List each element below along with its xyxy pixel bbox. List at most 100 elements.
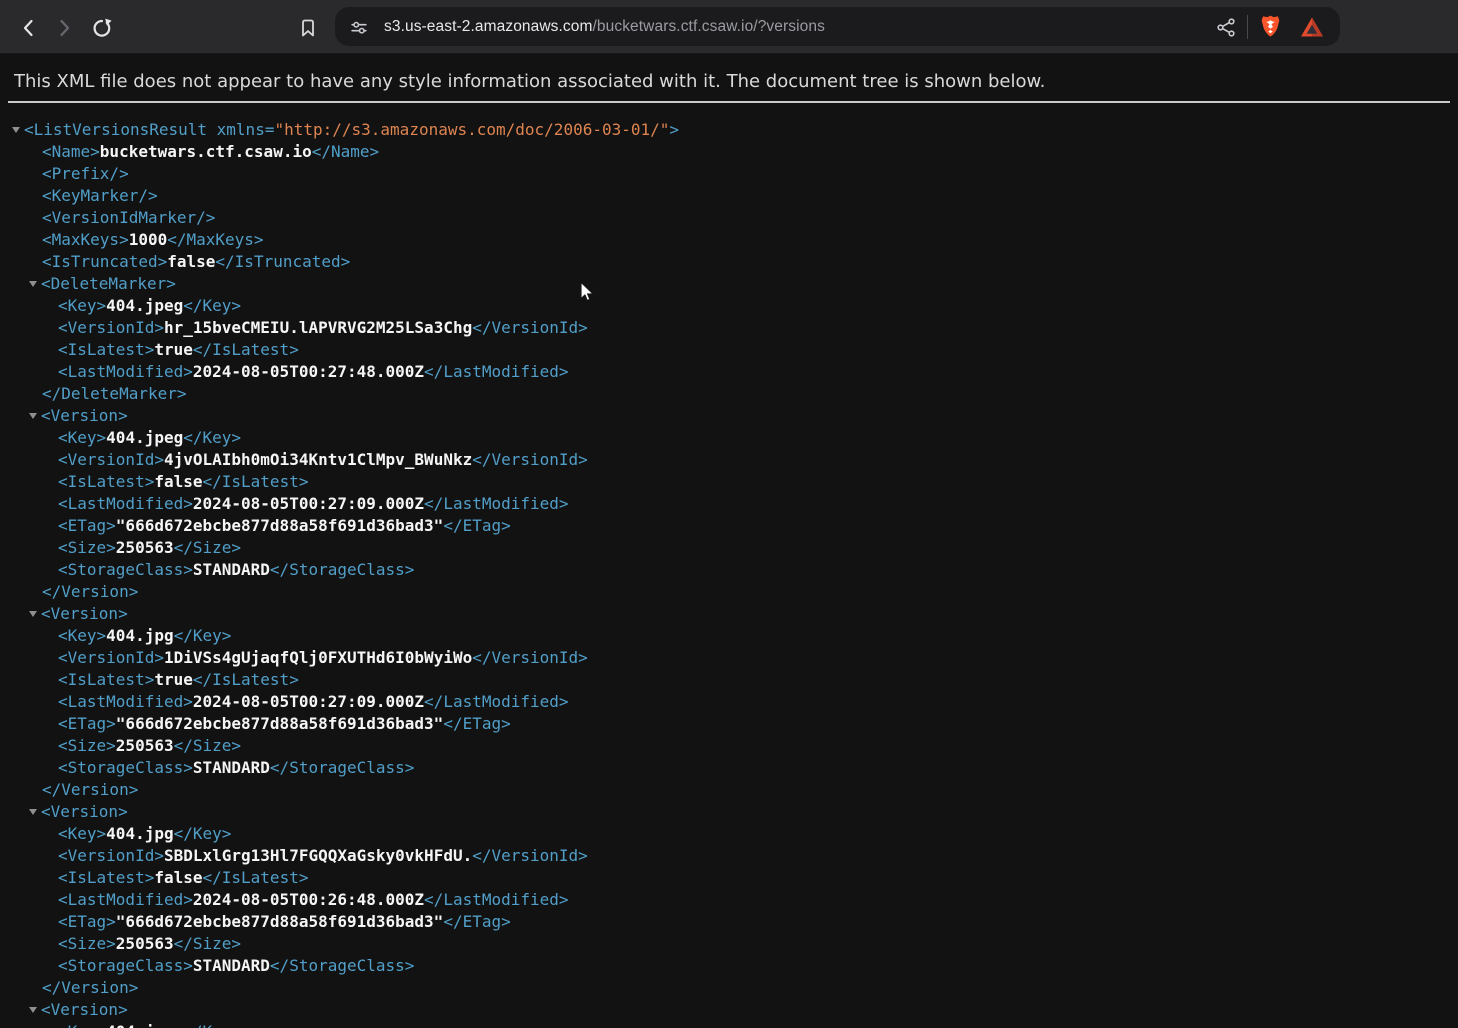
xml-token-tag: </VersionId>: [472, 450, 588, 469]
xml-token-tag: </IsLatest>: [193, 340, 299, 359]
expander-triangle-icon[interactable]: [29, 1007, 37, 1013]
xml-token-tag: <IsTruncated>: [42, 252, 167, 271]
xml-line: <Size>250563</Size>: [0, 537, 1458, 559]
xml-token-text: SBDLxlGrg13Hl7FGQQXaGsky0vkHFdU.: [164, 846, 472, 865]
xml-token-tag: <Version>: [41, 604, 128, 623]
expander-triangle-icon[interactable]: [29, 281, 37, 287]
xml-token-string: "http://s3.amazonaws.com/doc/2006-03-01/…: [274, 120, 669, 139]
xml-token-text: 250563: [116, 736, 174, 755]
xml-token-tag: <IsLatest>: [58, 670, 154, 689]
xml-token-tag: <Key>: [58, 824, 106, 843]
xml-token-tag: <VersionId>: [58, 318, 164, 337]
xml-token-tag: <Size>: [58, 934, 116, 953]
xml-token-text: bucketwars.ctf.csaw.io: [100, 142, 312, 161]
forward-button[interactable]: [51, 15, 77, 41]
xml-token-tag: </VersionId>: [472, 648, 588, 667]
xml-line: <IsLatest>false</IsLatest>: [0, 471, 1458, 493]
brave-shields-button[interactable]: [1259, 14, 1282, 39]
url-text[interactable]: s3.us-east-2.amazonaws.com/bucketwars.ct…: [384, 18, 1214, 36]
bat-triangle-icon: [1299, 15, 1325, 39]
xml-token-tag: </Key>: [183, 428, 241, 447]
xml-token-tag: </ETag>: [443, 912, 510, 931]
xml-token-text: "666d672ebcbe877d88a58f691d36bad3": [116, 516, 444, 535]
xml-token-text: false: [167, 252, 215, 271]
reload-button[interactable]: [89, 15, 115, 41]
xml-token-text: STANDARD: [193, 956, 270, 975]
xml-token-tag: </LastModified>: [424, 890, 569, 909]
xml-token-tag: </LastModified>: [424, 362, 569, 381]
xml-token-tag: <IsLatest>: [58, 472, 154, 491]
notice-divider: [8, 101, 1450, 103]
xml-token-tag: </StorageClass>: [270, 560, 415, 579]
xml-line: <Key>404.jpeg</Key>: [0, 295, 1458, 317]
expander-triangle-icon[interactable]: [12, 127, 20, 133]
xml-token-text: STANDARD: [193, 560, 270, 579]
xml-line: <LastModified>2024-08-05T00:27:09.000Z</…: [0, 493, 1458, 515]
xml-token-tag: <Prefix/>: [42, 164, 129, 183]
xml-line: <ETag>"666d672ebcbe877d88a58f691d36bad3"…: [0, 911, 1458, 933]
xml-line: <MaxKeys>1000</MaxKeys>: [0, 229, 1458, 251]
xml-token-tag: </ETag>: [443, 516, 510, 535]
xml-token-text: true: [154, 670, 193, 689]
xml-token-tag: </Key>: [174, 824, 232, 843]
share-icon: [1214, 15, 1238, 39]
xml-token-tag: <Version>: [41, 1000, 128, 1019]
xml-token-tag: <LastModified>: [58, 692, 193, 711]
share-button[interactable]: [1214, 15, 1238, 39]
xml-line: <ListVersionsResult xmlns="http://s3.ama…: [0, 119, 1458, 141]
expander-triangle-icon[interactable]: [29, 809, 37, 815]
url-path: /bucketwars.ctf.csaw.io/?versions: [593, 18, 825, 35]
site-settings-icon[interactable]: [348, 16, 370, 38]
xml-line: <VersionIdMarker/>: [0, 207, 1458, 229]
xml-line: <IsTruncated>false</IsTruncated>: [0, 251, 1458, 273]
xml-token-text: 404.jpeg: [106, 296, 183, 315]
xml-token-tag: </StorageClass>: [270, 758, 415, 777]
xml-token-text: 404.jpeg: [106, 1022, 183, 1028]
xml-token-text: 4jvOLAIbh0mOi34Kntv1ClMpv_BWuNkz: [164, 450, 472, 469]
xml-token-text: STANDARD: [193, 758, 270, 777]
xml-token-tag: </Version>: [42, 978, 138, 997]
xml-token-tag: <KeyMarker/>: [42, 186, 158, 205]
xml-line: <ETag>"666d672ebcbe877d88a58f691d36bad3"…: [0, 515, 1458, 537]
xml-token-text: 1000: [129, 230, 168, 249]
xml-line: <LastModified>2024-08-05T00:26:48.000Z</…: [0, 889, 1458, 911]
xml-token-tag: </MaxKeys>: [167, 230, 263, 249]
xml-token-tag: <IsLatest>: [58, 340, 154, 359]
xml-token-tag: </Size>: [174, 736, 241, 755]
xml-token-tag: </IsLatest>: [193, 670, 299, 689]
brave-rewards-button[interactable]: [1299, 15, 1325, 39]
xml-token-tag: </Name>: [312, 142, 379, 161]
xml-token-text: "666d672ebcbe877d88a58f691d36bad3": [116, 912, 444, 931]
url-bar[interactable]: s3.us-east-2.amazonaws.com/bucketwars.ct…: [335, 7, 1340, 46]
xml-token-text: false: [154, 868, 202, 887]
bookmark-button[interactable]: [295, 15, 321, 41]
xml-token-tag: <IsLatest>: [58, 868, 154, 887]
xml-token-tag: <Key>: [58, 428, 106, 447]
xml-line: <LastModified>2024-08-05T00:27:09.000Z</…: [0, 691, 1458, 713]
xml-token-tag: <Key>: [58, 626, 106, 645]
xml-token-tag: <DeleteMarker>: [41, 274, 176, 293]
xml-line: <IsLatest>false</IsLatest>: [0, 867, 1458, 889]
expander-triangle-icon[interactable]: [29, 611, 37, 617]
xml-token-tag: </Key>: [174, 626, 232, 645]
xml-token-tag: <Key>: [58, 1022, 106, 1028]
xml-token-text: 250563: [116, 934, 174, 953]
xml-line: <Version>: [0, 603, 1458, 625]
back-button[interactable]: [16, 15, 42, 41]
chevron-right-icon: [52, 16, 76, 40]
xml-token-tag: </LastModified>: [424, 494, 569, 513]
xml-token-tag: <ListVersionsResult xmlns=: [24, 120, 274, 139]
xml-token-tag: <VersionId>: [58, 846, 164, 865]
xml-line: <VersionId>SBDLxlGrg13Hl7FGQQXaGsky0vkHF…: [0, 845, 1458, 867]
xml-token-tag: </IsTruncated>: [215, 252, 350, 271]
xml-token-tag: <Version>: [41, 406, 128, 425]
xml-token-tag: </LastModified>: [424, 692, 569, 711]
xml-line: <StorageClass>STANDARD</StorageClass>: [0, 955, 1458, 977]
xml-line: <Version>: [0, 801, 1458, 823]
xml-line: <VersionId>4jvOLAIbh0mOi34Kntv1ClMpv_BWu…: [0, 449, 1458, 471]
xml-token-tag: <Name>: [42, 142, 100, 161]
xml-token-text: 404.jpeg: [106, 428, 183, 447]
xml-token-text: true: [154, 340, 193, 359]
expander-triangle-icon[interactable]: [29, 413, 37, 419]
xml-line: <ETag>"666d672ebcbe877d88a58f691d36bad3"…: [0, 713, 1458, 735]
